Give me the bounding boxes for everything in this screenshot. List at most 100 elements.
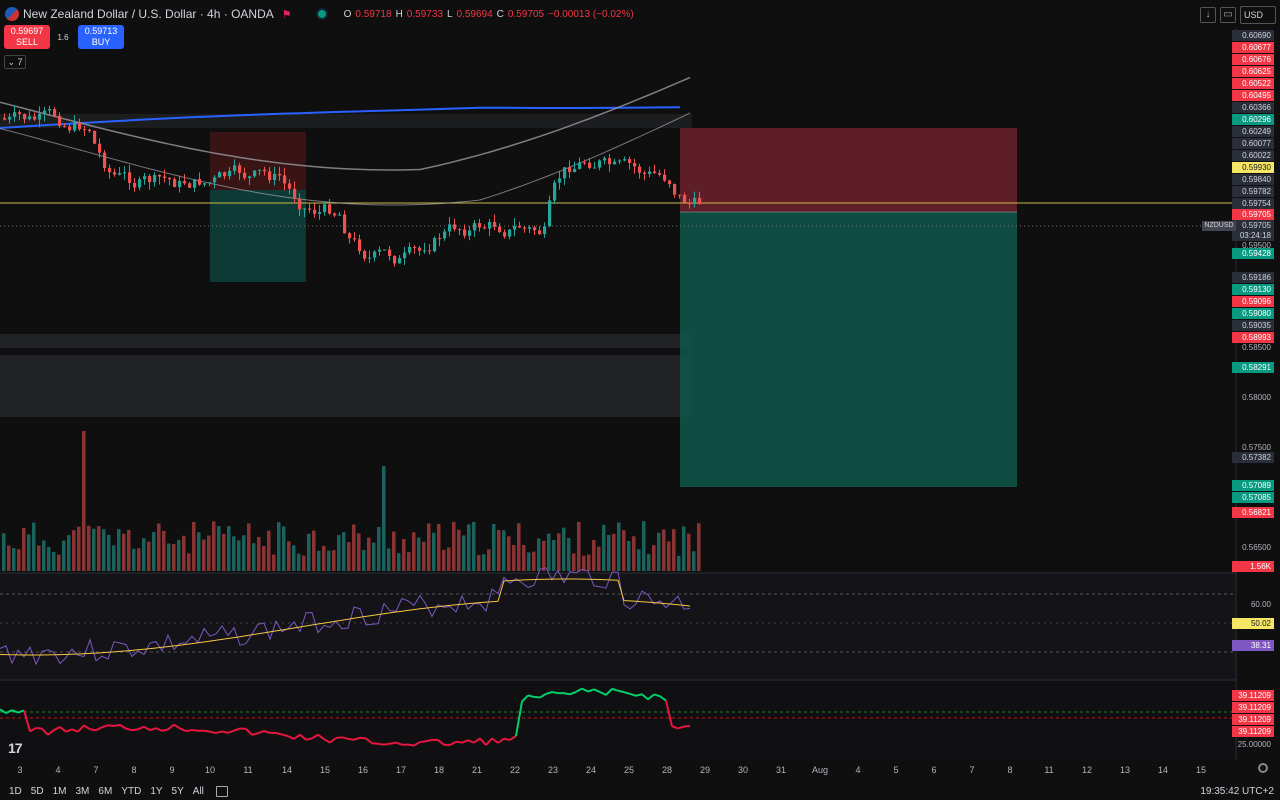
candle-body: [663, 174, 667, 181]
volume-bar: [682, 526, 686, 571]
time-axis-label: 7: [969, 765, 975, 775]
bottom-toolbar: 1D 5D 1M 3M 6M YTD 1Y 5Y All 19:35:42 UTC+2: [0, 782, 1280, 800]
candle-body: [358, 239, 362, 252]
indicators-toggle-button[interactable]: ⌄ 7: [4, 55, 26, 69]
volume-bar: [47, 547, 51, 571]
time-axis-label: 22: [509, 765, 521, 775]
volume-bar: [497, 529, 501, 571]
candle-body: [248, 176, 252, 179]
volume-bar: [92, 528, 96, 571]
volume-bar: [567, 538, 571, 571]
time-axis-label: 16: [357, 765, 369, 775]
volume-bar: [337, 535, 341, 571]
download-icon[interactable]: ↓: [1200, 7, 1216, 23]
volume-bar: [167, 543, 171, 571]
oscillator-segment: [683, 724, 691, 728]
rsi-pane-bg: [0, 573, 1236, 680]
time-axis-label: 30: [737, 765, 749, 775]
ohlc-low: 0.59694: [456, 8, 493, 20]
volume-bar: [307, 533, 311, 571]
layout-icon[interactable]: ▭: [1220, 7, 1236, 23]
candle-body: [458, 229, 462, 231]
chart-canvas[interactable]: [0, 0, 1280, 800]
candle-body: [173, 179, 177, 188]
volume-bar: [82, 431, 86, 571]
candle-body: [638, 166, 642, 173]
volume-bar: [607, 534, 611, 571]
calendar-icon[interactable]: [215, 785, 228, 797]
volume-bar: [107, 534, 111, 571]
candle-body: [238, 165, 242, 173]
volume-bar: [602, 524, 606, 571]
sell-button[interactable]: 0.59697 SELL: [4, 25, 50, 49]
candle-body: [403, 252, 407, 259]
candle-body: [318, 211, 322, 214]
candle-body: [283, 175, 287, 184]
currency-select[interactable]: USD: [1240, 6, 1276, 24]
symbol-tag: NZDUSD: [1202, 221, 1236, 231]
timeframe-button-6m[interactable]: 6M: [98, 786, 112, 797]
time-axis-label: 3: [17, 765, 23, 775]
ohlc-readout: O 0.59718 H 0.59733 L 0.59694 C 0.59705 −0.0…: [344, 9, 634, 20]
volume-bar: [542, 540, 546, 571]
volume-bar: [382, 466, 386, 571]
candle-body: [183, 180, 187, 184]
candle-body: [153, 174, 157, 183]
time-axis-label: 12: [1081, 765, 1093, 775]
volume-bar: [272, 554, 276, 571]
timeframe-button-1y[interactable]: 1Y: [150, 786, 162, 797]
timeframe-button-5d[interactable]: 5D: [31, 786, 44, 797]
clock[interactable]: 19:35:42 UTC+2: [1200, 786, 1274, 797]
volume-bar: [437, 523, 441, 571]
volume-bar: [112, 545, 116, 571]
timeframe-button-1d[interactable]: 1D: [9, 786, 22, 797]
volume-bar: [312, 530, 316, 571]
price-label: 0.60249: [1232, 126, 1274, 137]
volume-bar: [557, 533, 561, 571]
volume-bar: [192, 522, 196, 571]
ohlc-low-key: L: [446, 8, 453, 20]
buy-button[interactable]: 0.59713 BUY: [78, 25, 124, 49]
gear-icon[interactable]: [1258, 763, 1268, 773]
symbol-logo-icon: [5, 7, 19, 21]
time-axis-label: 25: [623, 765, 635, 775]
volume-bar: [52, 551, 56, 571]
time-axis-label: 4: [855, 765, 861, 775]
volume-bar: [187, 553, 191, 571]
volume-bar: [357, 533, 361, 571]
volume-bar: [102, 529, 106, 571]
timeframe-button-3m[interactable]: 3M: [76, 786, 90, 797]
oscillator-segment: [191, 729, 199, 732]
volume-bar: [127, 529, 131, 571]
candle-body: [148, 176, 152, 183]
price-label: 0.58500: [1242, 343, 1271, 352]
candle-body: [673, 184, 677, 195]
timeframe-button-ytd[interactable]: YTD: [121, 786, 141, 797]
volume-bar: [212, 521, 216, 571]
volume-bar: [232, 536, 236, 571]
price-label: 0.59754: [1232, 198, 1274, 209]
candle-body: [333, 213, 337, 216]
timeframe-button-1m[interactable]: 1M: [53, 786, 67, 797]
volume-bar: [387, 548, 391, 571]
volume-bar: [252, 543, 256, 571]
volume-bar: [522, 544, 526, 571]
timeframe-button-5y[interactable]: 5Y: [172, 786, 184, 797]
timeframe-button-all[interactable]: All: [193, 786, 204, 797]
time-axis-label: 10: [204, 765, 216, 775]
candle-body: [298, 198, 302, 210]
volume-bar: [532, 551, 536, 571]
volume-bar: [302, 555, 306, 571]
candle-body: [88, 129, 92, 132]
tradingview-logo-icon[interactable]: 17: [8, 740, 23, 756]
oscillator-segment: [335, 736, 343, 739]
candle-body: [63, 125, 67, 127]
volume-bar: [157, 523, 161, 571]
price-label: 0.60625: [1232, 66, 1274, 77]
volume-bar: [242, 535, 246, 571]
market-status-icon: [317, 10, 326, 18]
oscillator-axis-label: 39.11209: [1232, 702, 1274, 713]
symbol-title[interactable]: New Zealand Dollar / U.S. Dollar · 4h · …: [23, 7, 274, 21]
volume-bar: [227, 526, 231, 571]
flag-icon[interactable]: ⚑: [282, 8, 292, 21]
